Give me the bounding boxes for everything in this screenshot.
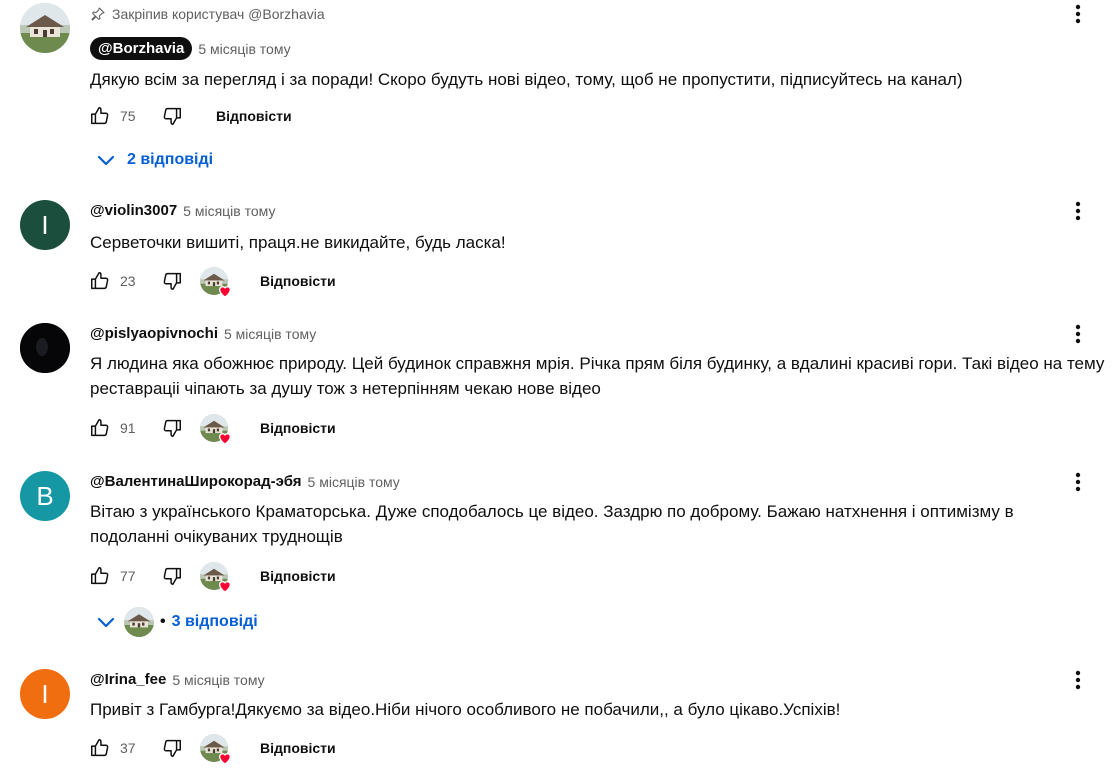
action-bar: 23 Відповісти [88,264,336,298]
heart-icon [217,578,233,594]
chevron-down-icon [94,610,118,634]
action-bar: 91 Відповісти [88,411,336,445]
avatar[interactable] [20,323,70,373]
timestamp[interactable]: 5 місяців тому [183,203,275,219]
timestamp[interactable]: 5 місяців тому [172,672,264,688]
reply-button[interactable]: Відповісти [216,108,292,124]
like-count: 37 [120,740,136,756]
like-button[interactable] [88,736,112,760]
dislike-button[interactable] [160,736,184,760]
creator-heart [200,267,228,295]
replies-count: 2 відповіді [127,151,214,168]
thumb-down-icon [161,417,183,439]
pinned-label: Закріпив користувач @Borzhavia [90,6,325,22]
avatar-letter: I [41,678,49,709]
comment-text: Дякую всім за перегляд і за поради! Скор… [90,70,963,89]
avatar[interactable] [20,3,70,53]
action-bar: 37 Відповісти [88,731,336,765]
more-actions-button[interactable] [1064,197,1092,225]
show-replies-button[interactable]: • 3 відповіді [94,607,258,637]
creator-heart [200,562,228,590]
reply-button[interactable]: Відповісти [260,273,336,289]
author-name[interactable]: @ВалентинаШирокорад-эбя [90,473,302,490]
avatar[interactable]: I [20,200,70,250]
avatar[interactable]: B [20,471,70,521]
comment-text: Серветочки вишиті, праця.не викидайте, б… [90,233,506,252]
dislike-button[interactable] [160,416,184,440]
thumb-down-icon [161,105,183,127]
more-actions-button[interactable] [1064,320,1092,348]
author-name[interactable]: @Irina_fee [90,671,166,688]
pin-icon [90,6,106,22]
heart-icon [217,430,233,446]
more-vert-icon [1066,2,1090,26]
comment-header: @violin3007 5 місяців тому [90,202,275,219]
more-actions-button[interactable] [1064,0,1092,28]
thumb-down-icon [161,565,183,587]
like-button[interactable] [88,564,112,588]
author-name[interactable]: @pislyaopivnochi [90,325,218,342]
thumb-up-icon [89,565,111,587]
thumb-up-icon [89,417,111,439]
timestamp[interactable]: 5 місяців тому [198,41,290,57]
house-photo-avatar [20,3,70,53]
reply-button[interactable]: Відповісти [260,568,336,584]
thumb-up-icon [89,737,111,759]
comment-header: @pislyaopivnochi 5 місяців тому [90,325,316,342]
comment-header: @ВалентинаШирокорад-эбя 5 місяців тому [90,473,400,490]
timestamp[interactable]: 5 місяців тому [308,474,400,490]
reply-button[interactable]: Відповісти [260,740,336,756]
creator-heart [200,734,228,762]
creator-heart [200,414,228,442]
more-vert-icon [1066,322,1090,346]
heart-icon [217,283,233,299]
replier-avatar [124,607,154,637]
more-actions-button[interactable] [1064,666,1092,694]
like-button[interactable] [88,269,112,293]
more-actions-button[interactable] [1064,468,1092,496]
like-count: 23 [120,273,136,289]
action-bar: 75 Відповісти [88,99,292,133]
more-vert-icon [1066,199,1090,223]
bullet-separator: • [160,613,166,630]
more-vert-icon [1066,470,1090,494]
comment-header: @Borzhavia 5 місяців тому [90,37,291,60]
dislike-button[interactable] [160,104,184,128]
creator-avatar-icon [124,607,154,637]
avatar-letter: B [36,480,54,511]
timestamp[interactable]: 5 місяців тому [224,326,316,342]
more-vert-icon [1066,668,1090,692]
thumb-up-icon [89,270,111,292]
comment-header: @Irina_fee 5 місяців тому [90,671,265,688]
like-count: 75 [120,108,136,124]
author-chip[interactable]: @Borzhavia [90,37,193,60]
like-count: 91 [120,420,136,436]
dark-photo-avatar [20,323,70,373]
replies-count: 3 відповіді [171,613,258,630]
like-button[interactable] [88,416,112,440]
dislike-button[interactable] [160,269,184,293]
thumb-down-icon [161,270,183,292]
show-replies-button[interactable]: 2 відповіді [94,148,213,172]
comment-text: Я людина яка обожнює природу. Цей будино… [90,354,1105,398]
action-bar: 77 Відповісти [88,559,336,593]
avatar[interactable]: I [20,669,70,719]
avatar-letter: I [41,209,49,240]
comment-text: Вітаю з українського Краматорська. Дуже … [90,502,1014,546]
pinned-text: Закріпив користувач @Borzhavia [112,6,325,22]
heart-icon [217,750,233,766]
thumb-up-icon [89,105,111,127]
chevron-down-icon [94,148,118,172]
like-count: 77 [120,568,136,584]
author-name[interactable]: @violin3007 [90,202,177,219]
comment-text: Привіт з Гамбурга!Дякуємо за відео.Ніби … [90,700,841,719]
like-button[interactable] [88,104,112,128]
dislike-button[interactable] [160,564,184,588]
reply-button[interactable]: Відповісти [260,420,336,436]
thumb-down-icon [161,737,183,759]
